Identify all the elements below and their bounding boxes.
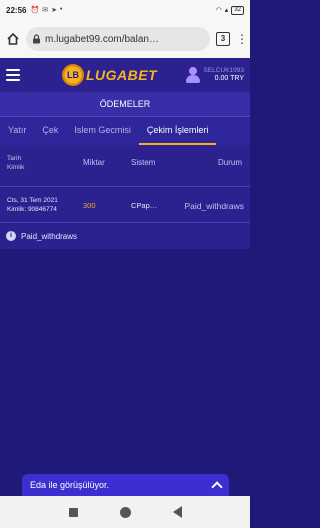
wifi-icon: ◠ — [215, 7, 222, 14]
page-title: ÖDEMELER — [0, 92, 250, 117]
url-field[interactable]: m.lugabet99.com/balan… — [26, 27, 210, 51]
chat-label: Eda ile görüşülüyor. — [30, 480, 110, 490]
user-icon — [185, 67, 200, 83]
hamburger-menu-icon[interactable] — [6, 69, 20, 81]
row-system: CPap… — [131, 201, 158, 210]
info-icon: i — [6, 231, 16, 241]
telegram-icon: ➤ — [51, 7, 57, 14]
battery-icon: 32 — [231, 5, 244, 15]
live-chat-bar[interactable]: Eda ile görüşülüyor. — [22, 474, 229, 496]
header-sistem: Sistem — [131, 158, 156, 167]
back-icon[interactable] — [172, 506, 182, 518]
tab-switcher-button[interactable]: 3 — [216, 32, 230, 46]
header-miktar: Miktar — [83, 158, 105, 167]
home-nav-icon[interactable] — [119, 506, 131, 518]
logo-badge: LB — [62, 64, 84, 86]
tab-transaction-history[interactable]: Islem Gecmisi — [66, 117, 139, 145]
browser-menu-icon[interactable]: ⋮ — [236, 33, 248, 45]
url-text: m.lugabet99.com/balan… — [45, 33, 159, 45]
home-icon[interactable] — [6, 32, 20, 46]
user-info: SELCUK1993 0.00 TRY — [203, 66, 244, 82]
user-account[interactable]: SELCUK1993 0.00 TRY — [185, 66, 244, 83]
lock-icon — [33, 34, 40, 44]
username: SELCUK1993 — [203, 66, 244, 74]
logo-text: LUGABET — [86, 67, 158, 83]
header-kimlik: Kimlik — [7, 164, 25, 171]
info-text: Paid_withdraws — [21, 231, 78, 241]
site-header: LB LUGABET SELCUK1993 0.00 TRY — [0, 58, 250, 92]
tab-withdrawal-transactions[interactable]: Çekim İşlemleri — [138, 117, 217, 145]
row-date: Cts, 31 Tem 2021 — [7, 197, 58, 204]
status-right: ◠ ▴ 32 — [215, 5, 244, 15]
notification-icons: ⏰ ✉ ➤ • — [30, 6, 62, 14]
recents-icon[interactable] — [68, 507, 78, 517]
android-nav-bar — [0, 496, 250, 528]
status-info-row: i Paid_withdraws — [0, 223, 250, 249]
message-icon: ✉ — [42, 7, 49, 14]
row-amount: 300 — [83, 201, 96, 210]
user-balance: 0.00 TRY — [214, 74, 244, 82]
android-status-bar: 22:56 ⏰ ✉ ➤ • ◠ ▴ 32 — [0, 0, 250, 20]
dot-icon: • — [59, 6, 63, 13]
table-row[interactable]: Cts, 31 Tem 2021 Kimlik: 90846774 300 CP… — [0, 187, 250, 223]
chevron-up-icon[interactable] — [211, 481, 223, 493]
row-status: Paid_withdraws — [184, 201, 244, 211]
site-logo[interactable]: LB LUGABET — [62, 64, 157, 86]
table-header: Tarih Kimlik Miktar Sistem Durum — [0, 145, 250, 187]
signal-icon: ▴ — [224, 7, 229, 14]
status-time: 22:56 — [6, 5, 27, 15]
header-durum: Durum — [217, 158, 242, 167]
tab-withdraw[interactable]: Çek — [34, 117, 66, 145]
tab-deposit[interactable]: Yatır — [0, 117, 34, 145]
browser-toolbar: m.lugabet99.com/balan… 3 ⋮ — [0, 20, 250, 58]
alarm-icon: ⏰ — [30, 7, 40, 14]
header-tarih: Tarih — [7, 155, 22, 162]
payments-tabs: Yatır Çek Islem Gecmisi Çekim İşlemleri — [0, 117, 250, 145]
row-id: Kimlik: 90846774 — [7, 206, 57, 213]
